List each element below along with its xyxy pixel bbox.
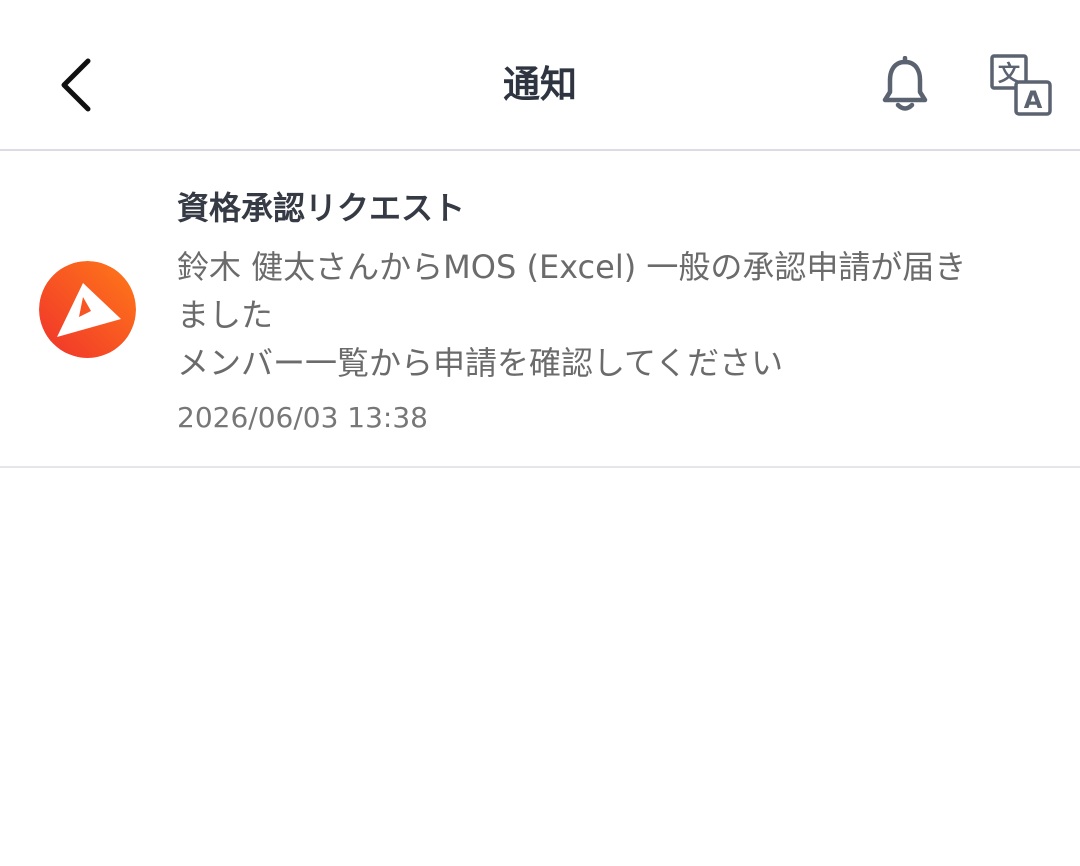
notification-body: 鈴木 健太さんからMOS (Excel) 一般の承認申請が届き ました メンバー… xyxy=(177,243,1027,387)
back-button[interactable] xyxy=(48,50,108,120)
translate-button[interactable]: 文 A xyxy=(986,50,1058,122)
notification-title: 資格承認リクエスト xyxy=(177,189,466,227)
translate-target-glyph: A xyxy=(1024,86,1043,114)
app-logo-icon xyxy=(39,261,136,358)
notification-timestamp: 2026/06/03 13:38 xyxy=(177,401,428,434)
translate-source-glyph: 文 xyxy=(998,61,1021,87)
bell-icon xyxy=(882,56,928,111)
header-bar: 通知 文 A xyxy=(0,0,1080,151)
chevron-left-icon xyxy=(61,58,91,112)
notification-body-line: メンバー一覧から申請を確認してください xyxy=(177,344,784,382)
page-title: 通知 xyxy=(503,63,577,106)
notifications-button[interactable] xyxy=(872,52,938,118)
avatar xyxy=(39,261,136,358)
notification-body-line: ました xyxy=(177,296,274,334)
notification-item[interactable]: 資格承認リクエスト 鈴木 健太さんからMOS (Excel) 一般の承認申請が届… xyxy=(0,153,1080,468)
notification-body-line: 鈴木 健太さんからMOS (Excel) 一般の承認申請が届き xyxy=(177,248,967,286)
translate-icon: 文 A xyxy=(990,54,1052,116)
